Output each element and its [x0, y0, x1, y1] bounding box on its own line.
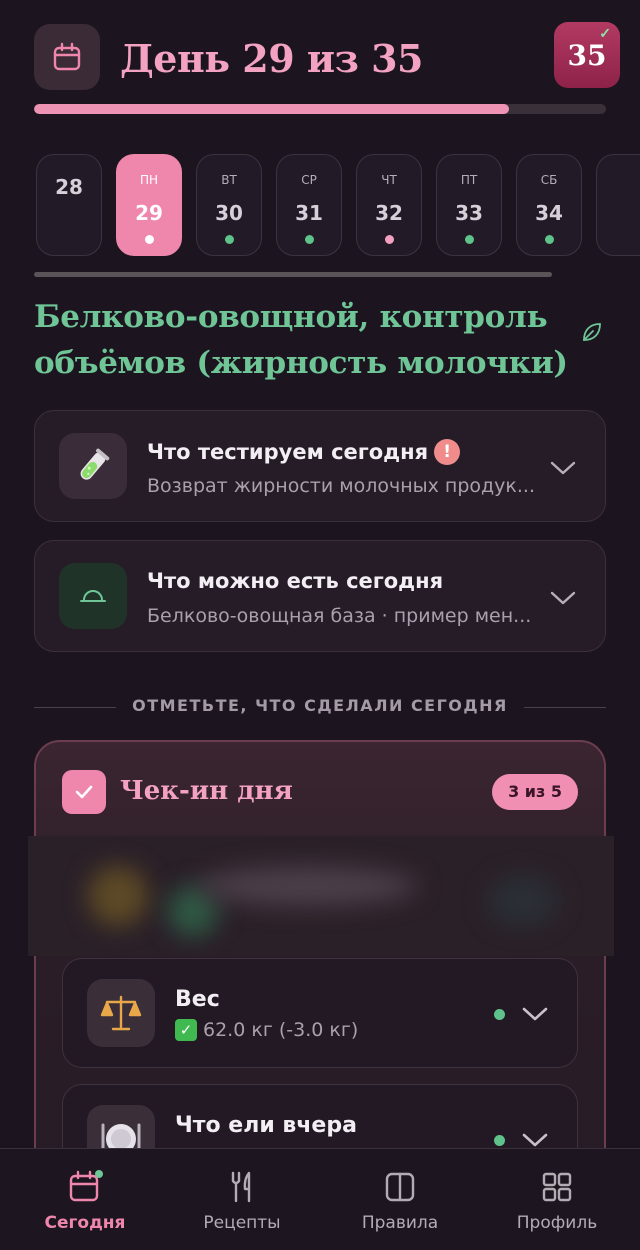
card-title-text: Что тестируем сегодня — [147, 440, 429, 464]
checkin-count-badge: 3 из 5 — [492, 774, 578, 810]
day-progress-fill — [34, 104, 509, 114]
day-cell[interactable]: СР 31 — [276, 154, 342, 256]
checkin-title: Чек-ин дня — [120, 776, 293, 806]
phase-title: Белково-овощной, контроль объёмов (жирно… — [34, 299, 568, 381]
chevron-down-icon[interactable] — [521, 1131, 549, 1149]
test-tube-icon — [80, 448, 110, 480]
day-of-week: СР — [301, 173, 317, 187]
day-number: 32 — [375, 201, 403, 225]
total-days-badge[interactable]: 35 ✓ — [554, 22, 620, 88]
scales-icon — [100, 995, 142, 1031]
section-label: ОТМЕТЬТЕ, ЧТО СДЕЛАЛИ СЕГОДНЯ — [34, 696, 606, 715]
nav-rules[interactable]: Правила — [320, 1149, 480, 1250]
item-icon-box — [87, 979, 155, 1047]
day-status-dot — [145, 235, 154, 244]
day-strip[interactable]: 28 ПН 29 ВТ 30 СР 31 ЧТ 32 ПТ 33 СБ 34 — [36, 154, 640, 258]
leaf-icon — [583, 323, 601, 341]
check-icon: ✓ — [599, 26, 611, 42]
chevron-down-icon[interactable] — [549, 589, 577, 607]
day-cell[interactable]: ВТ 30 — [196, 154, 262, 256]
card-icon-box — [59, 433, 127, 499]
item-value-text: 62.0 кг (-3.0 кг) — [203, 1019, 359, 1041]
day-status-dot — [465, 235, 474, 244]
day-of-week: ВТ — [221, 173, 237, 187]
total-days-label: 35 — [567, 38, 607, 72]
day-cell[interactable]: СБ 34 — [516, 154, 582, 256]
grid-icon — [542, 1172, 572, 1202]
day-progress-bar — [34, 104, 606, 114]
nav-label: Профиль — [516, 1213, 598, 1233]
section-label-text: ОТМЕТЬТЕ, ЧТО СДЕЛАЛИ СЕГОДНЯ — [132, 696, 508, 715]
page-title: День 29 из 35 — [120, 36, 423, 81]
book-icon — [385, 1172, 415, 1202]
day-number: 28 — [55, 175, 83, 199]
nav-label: Правила — [361, 1213, 439, 1233]
day-of-week: ПТ — [460, 173, 478, 187]
day-number: 29 — [135, 201, 163, 225]
strip-scroll-indicator — [34, 272, 552, 277]
day-number: 31 — [295, 201, 323, 225]
nav-label: Рецепты — [203, 1213, 281, 1233]
calendar-button[interactable] — [34, 24, 100, 90]
fork-knife-icon — [231, 1171, 251, 1203]
day-of-week: СБ — [540, 173, 558, 187]
day-cell[interactable]: 28 — [36, 154, 102, 256]
day-number: 33 — [455, 201, 483, 225]
item-title: Что ели вчера — [175, 1113, 357, 1138]
checkin-checkbox[interactable] — [62, 770, 106, 814]
nav-today[interactable]: Сегодня — [5, 1149, 165, 1250]
day-cell-active[interactable]: ПН 29 — [116, 154, 182, 256]
day-status-dot — [385, 235, 394, 244]
card-title: Что тестируем сегодня! — [147, 439, 461, 465]
status-dot — [494, 1135, 505, 1146]
day-status-dot — [545, 235, 554, 244]
card-subtitle: Белково-овощная база · пример мен... — [147, 605, 532, 627]
day-of-week: ЧТ — [381, 173, 397, 187]
day-cell[interactable]: ПТ 33 — [436, 154, 502, 256]
dome-icon — [80, 590, 106, 602]
nav-label: Сегодня — [44, 1213, 126, 1233]
card-icon-box — [59, 563, 127, 629]
nav-profile[interactable]: Профиль — [477, 1149, 637, 1250]
item-value: ✓ 62.0 кг (-3.0 кг) — [175, 1019, 358, 1041]
card-subtitle: Возврат жирности молочных продук... — [147, 475, 535, 497]
blurred-region — [28, 836, 614, 956]
day-status-dot — [305, 235, 314, 244]
chevron-down-icon[interactable] — [521, 1005, 549, 1023]
day-of-week: ПН — [139, 173, 159, 187]
checkin-item-weight[interactable]: Вес ✓ 62.0 кг (-3.0 кг) — [62, 958, 578, 1068]
calendar-icon — [69, 1170, 103, 1202]
nav-recipes[interactable]: Рецепты — [162, 1149, 322, 1250]
day-cell[interactable]: ЧТ 32 — [356, 154, 422, 256]
card-title: Что можно есть сегодня — [147, 569, 444, 593]
day-number: 34 — [535, 201, 563, 225]
checkmark-icon — [75, 785, 93, 799]
bottom-nav: Сегодня Рецепты Правила Профиль — [0, 1148, 640, 1250]
food-today-card[interactable]: Что можно есть сегодня Белково-овощная б… — [34, 540, 606, 652]
test-today-card[interactable]: Что тестируем сегодня! Возврат жирности … — [34, 410, 606, 522]
item-title: Вес — [175, 987, 220, 1012]
alert-icon: ! — [434, 439, 461, 465]
done-check-icon: ✓ — [175, 1019, 197, 1041]
day-cell-partial[interactable] — [596, 154, 640, 256]
day-status-dot — [225, 235, 234, 244]
day-number: 30 — [215, 201, 243, 225]
status-dot — [494, 1009, 505, 1020]
chevron-down-icon[interactable] — [549, 459, 577, 477]
calendar-icon — [53, 42, 81, 71]
